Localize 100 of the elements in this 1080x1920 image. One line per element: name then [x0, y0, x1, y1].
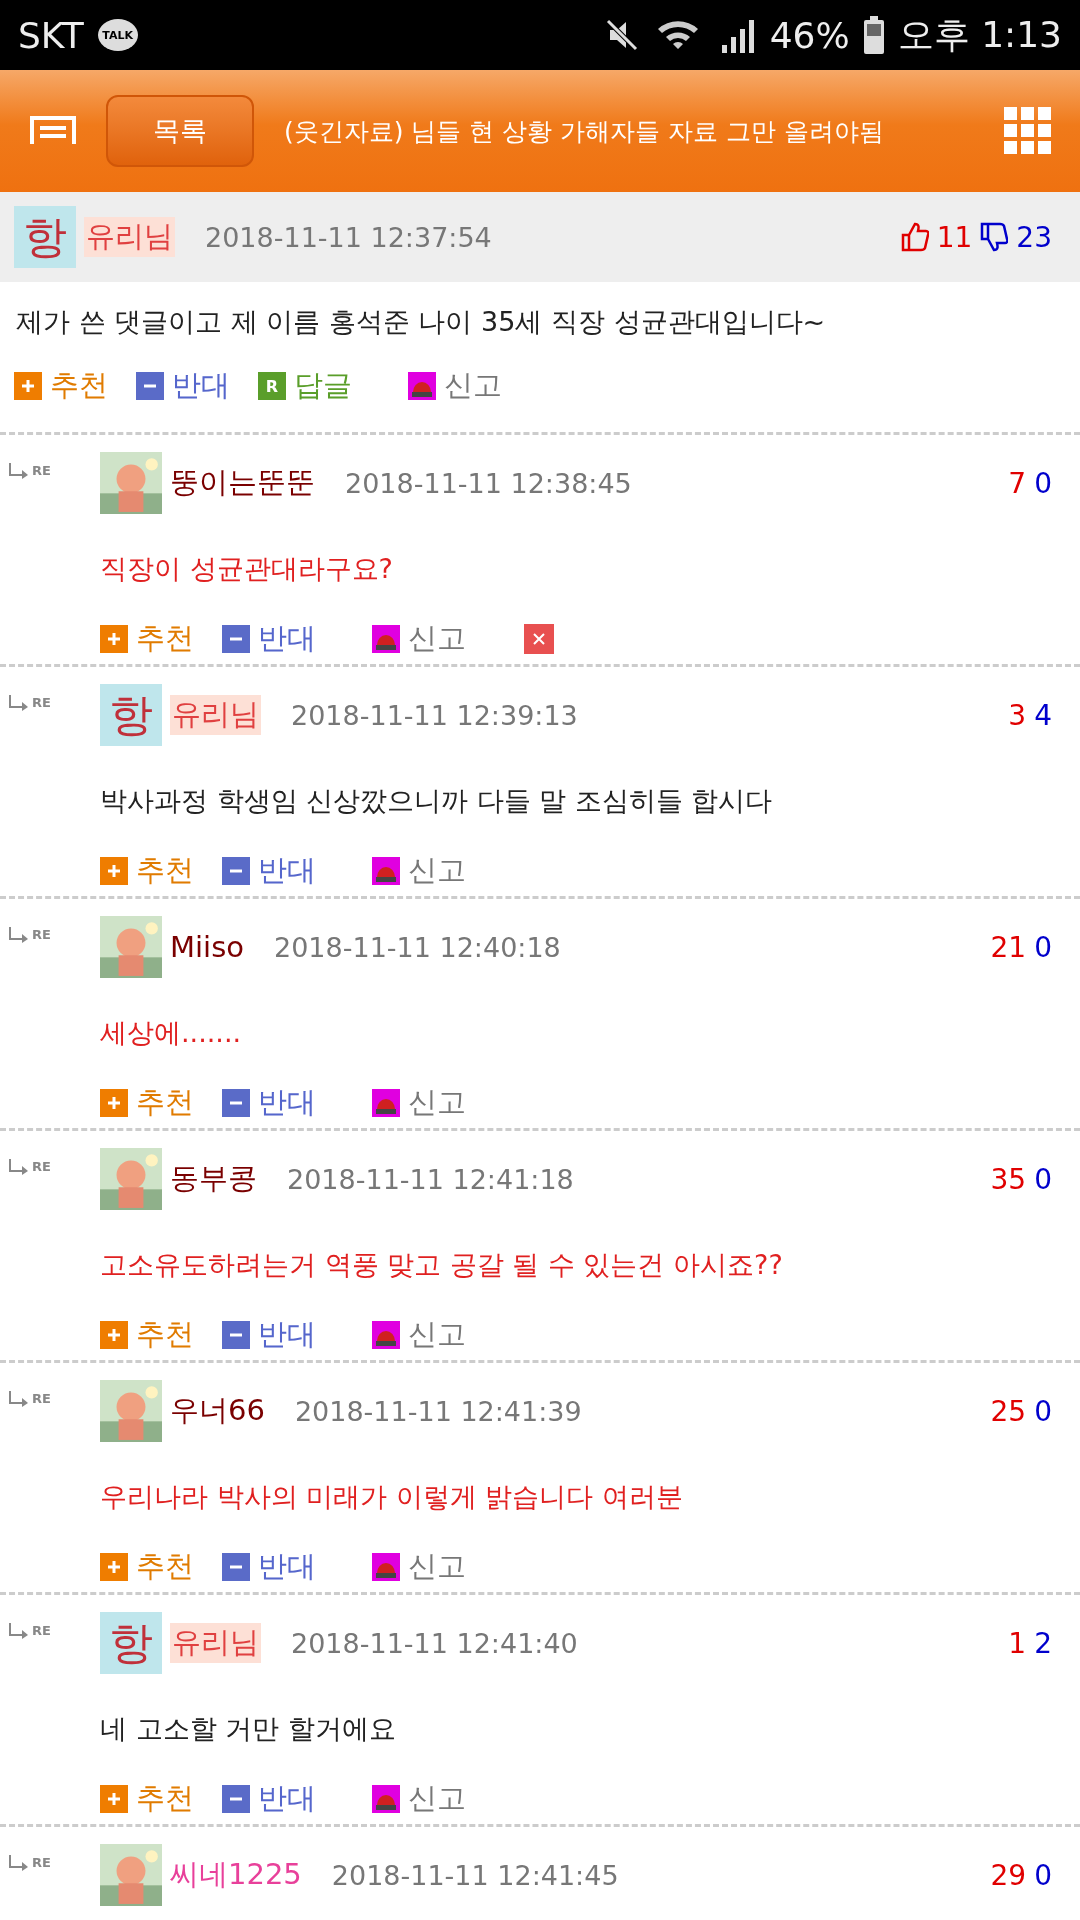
siren-icon [372, 857, 400, 885]
plus-icon [100, 1321, 128, 1349]
battery-icon [863, 16, 884, 54]
list-icon[interactable] [30, 116, 76, 146]
report-button[interactable]: 신고 [372, 851, 466, 891]
grid-menu-icon[interactable] [1004, 107, 1052, 155]
minus-icon [222, 1321, 250, 1349]
thumbs-down-icon[interactable] [980, 222, 1009, 252]
dislike-count: 2 [1034, 1626, 1052, 1660]
carrier: SKT [18, 14, 84, 56]
minus-icon [222, 1785, 250, 1813]
clock: 오후 1:13 [897, 12, 1062, 57]
recommend-button[interactable]: 추천 [100, 851, 194, 891]
reply-mark: RE [0, 463, 92, 479]
comment-body: 박사과정 학생임 신상깠으니까 다들 말 조심히들 합시다 [99, 784, 774, 818]
oppose-button[interactable]: 반대 [136, 366, 230, 406]
plus-icon [14, 372, 42, 400]
commenter-name[interactable]: 동부콩 [170, 1159, 257, 1199]
recommend-button[interactable]: 추천 [14, 366, 108, 406]
post-title: (웃긴자료) 님들 현 상황 가해자들 자료 그만 올려야됨 [284, 115, 886, 148]
recommend-button[interactable]: 추천 [100, 1547, 194, 1587]
reply-mark: RE [0, 1159, 92, 1175]
oppose-button[interactable]: 반대 [222, 619, 316, 659]
reply-mark: RE [0, 1391, 92, 1407]
comment-body: 직장이 성균관대라구요? [99, 552, 394, 586]
reply-mark: RE [0, 695, 92, 711]
commenter-name[interactable]: 유리님 [170, 1623, 261, 1663]
siren-icon [372, 1785, 400, 1813]
plus-icon [100, 625, 128, 653]
thumbs-up-icon[interactable] [900, 222, 929, 252]
plus-icon [100, 1089, 128, 1117]
reply-mark: RE [0, 1623, 92, 1639]
minus-icon [222, 1553, 250, 1581]
comment-body: 네 고소할 거만 할거에요 [99, 1712, 397, 1746]
oppose-button[interactable]: 반대 [222, 851, 316, 891]
avatar: 항 [100, 684, 162, 746]
dislike-count: 0 [1034, 930, 1052, 964]
like-count: 7 [1008, 466, 1027, 500]
like-count: 35 [990, 1162, 1027, 1196]
recommend-button[interactable]: 추천 [100, 1083, 194, 1123]
report-button[interactable]: 신고 [372, 1083, 466, 1123]
like-count: 1 [1008, 1626, 1027, 1660]
like-count: 25 [990, 1394, 1027, 1428]
comment-date: 2018-11-11 12:38:45 [345, 467, 632, 499]
comment-date: 2018-11-11 12:41:45 [331, 1859, 619, 1891]
minus-icon [222, 857, 250, 885]
comment-date: 2018-11-11 12:41:40 [291, 1627, 578, 1659]
siren-icon [372, 625, 400, 653]
post-date: 2018-11-11 12:37:54 [205, 221, 492, 253]
commenter-name[interactable]: Miiso [170, 930, 244, 964]
commenter-name[interactable]: 유리님 [170, 695, 261, 735]
recommend-button[interactable]: 추천 [100, 619, 194, 659]
report-button[interactable]: 신고 [372, 1315, 466, 1355]
recommend-button[interactable]: 추천 [100, 1779, 194, 1819]
reply-button[interactable]: R 답글 [258, 366, 352, 406]
comment-date: 2018-11-11 12:39:13 [291, 699, 578, 731]
commenter-name[interactable]: 씨네1225 [170, 1855, 302, 1895]
dislike-count: 0 [1034, 466, 1052, 500]
reply-mark: RE [0, 1855, 92, 1871]
like-count: 29 [990, 1858, 1027, 1892]
report-button[interactable]: 신고 [372, 619, 466, 659]
dislike-count: 4 [1034, 698, 1052, 732]
oppose-button[interactable]: 반대 [222, 1779, 316, 1819]
post-body: 제가 쓴 댓글이고 제 이름 홍석준 나이 35세 직장 성균관대입니다~ [15, 305, 827, 339]
comment-date: 2018-11-11 12:41:39 [294, 1395, 582, 1427]
author-name[interactable]: 유리님 [84, 217, 175, 257]
comment-date: 2018-11-11 12:41:18 [287, 1163, 574, 1195]
like-count: 3 [1008, 698, 1027, 732]
commenter-name[interactable]: 뚱이는뚠뚠 [170, 463, 315, 503]
list-button[interactable]: 목록 [106, 95, 254, 167]
plus-icon [100, 1785, 128, 1813]
commenter-name[interactable]: 우너66 [170, 1391, 265, 1431]
dislike-count: 0 [1034, 1858, 1052, 1892]
dislike-count: 0 [1034, 1394, 1052, 1428]
avatar: 항 [100, 1612, 162, 1674]
plus-icon [100, 857, 128, 885]
oppose-button[interactable]: 반대 [222, 1315, 316, 1355]
report-button[interactable]: 신고 [372, 1779, 466, 1819]
comment-body: 세상에....... [99, 1016, 243, 1050]
dislike-count: 0 [1034, 1162, 1052, 1196]
siren-icon [408, 372, 436, 400]
talk-icon: TALK [97, 19, 138, 51]
report-button[interactable]: 신고 [408, 366, 502, 406]
siren-icon [372, 1553, 400, 1581]
comment-body: 고소유도하려는거 역풍 맞고 공갈 될 수 있는건 아시죠?? [99, 1248, 784, 1282]
comment-body: 우리나라 박사의 미래가 이렇게 밝습니다 여러분 [99, 1480, 684, 1514]
siren-icon [372, 1089, 400, 1117]
oppose-button[interactable]: 반대 [222, 1547, 316, 1587]
plus-icon [100, 1553, 128, 1581]
oppose-button[interactable]: 반대 [222, 1083, 316, 1123]
report-button[interactable]: 신고 [372, 1547, 466, 1587]
battery-percent: 46% [769, 14, 850, 56]
dislike-count: 23 [1016, 220, 1052, 254]
recommend-button[interactable]: 추천 [100, 1315, 194, 1355]
minus-icon [222, 1089, 250, 1117]
minus-icon [222, 625, 250, 653]
reply-mark: RE [0, 927, 92, 943]
like-count: 21 [990, 930, 1027, 964]
siren-icon [372, 1321, 400, 1349]
minus-icon [136, 372, 164, 400]
